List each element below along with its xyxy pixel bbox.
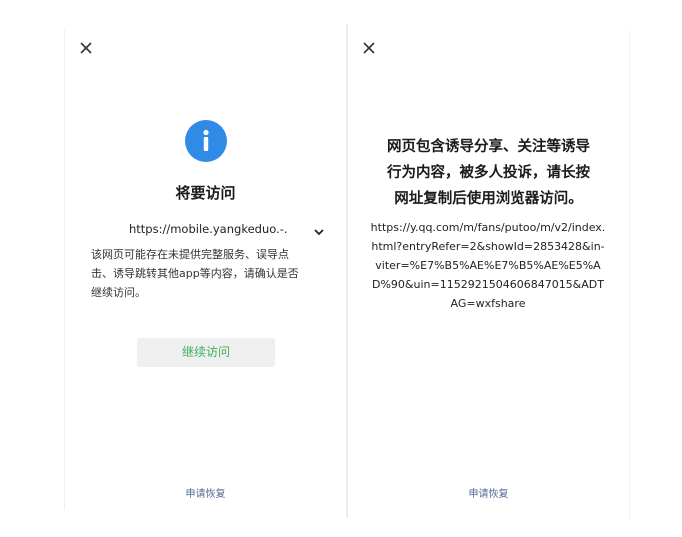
warning-message: 网页包含诱导分享、关注等诱导 行为内容，被多人投诉，请长按 网址复制后使用浏览器… [368, 134, 609, 212]
risk-notice: 该网页可能存在未提供完整服务、误导点 击、诱导跳转其他app等内容，请确认是否 … [91, 245, 323, 302]
url-line: AG=wxfshare [450, 297, 526, 310]
warning-line: 网址复制后使用浏览器访问。 [394, 191, 583, 207]
notice-line: 继续访问。 [91, 286, 146, 299]
target-url: https://mobile.yangkeduo.-... [129, 222, 287, 236]
info-icon [185, 120, 227, 162]
close-icon[interactable] [362, 40, 376, 54]
blocked-url[interactable]: https://y.qq.com/m/fans/putoo/m/v2/index… [370, 218, 606, 313]
notice-line: 击、诱导跳转其他app等内容，请确认是否 [91, 267, 299, 280]
panel-edge-right [629, 30, 630, 518]
url-line: viter=%E7%B5%AE%E7%B5%AE%E5%A [375, 259, 601, 272]
url-line: https://y.qq.com/m/fans/putoo/m/v2/index… [370, 221, 606, 234]
warning-line: 网页包含诱导分享、关注等诱导 [387, 139, 590, 155]
url-line: html?entryRefer=2&showId=2853428&in- [371, 240, 605, 253]
url-row[interactable]: https://mobile.yangkeduo.-... [129, 219, 325, 239]
warning-line: 行为内容，被多人投诉，请长按 [387, 165, 590, 181]
chevron-down-icon[interactable] [313, 223, 325, 236]
appeal-link[interactable]: 申请恢复 [65, 485, 346, 500]
notice-line: 该网页可能存在未提供完整服务、误导点 [91, 248, 289, 261]
redirect-confirm-dialog: 将要访问 https://mobile.yangkeduo.-... 该网页可能… [65, 24, 346, 518]
appeal-link[interactable]: 申请恢复 [348, 485, 629, 500]
dialog-title: 将要访问 [175, 184, 236, 202]
blocked-page-dialog: 网页包含诱导分享、关注等诱导 行为内容，被多人投诉，请长按 网址复制后使用浏览器… [348, 24, 629, 518]
close-icon[interactable] [79, 40, 93, 54]
url-line: D%90&uin=1152921504606847015&ADT [372, 278, 604, 291]
continue-button[interactable]: 继续访问 [137, 338, 275, 367]
screenshot-stage: 将要访问 https://mobile.yangkeduo.-... 该网页可能… [0, 0, 682, 537]
